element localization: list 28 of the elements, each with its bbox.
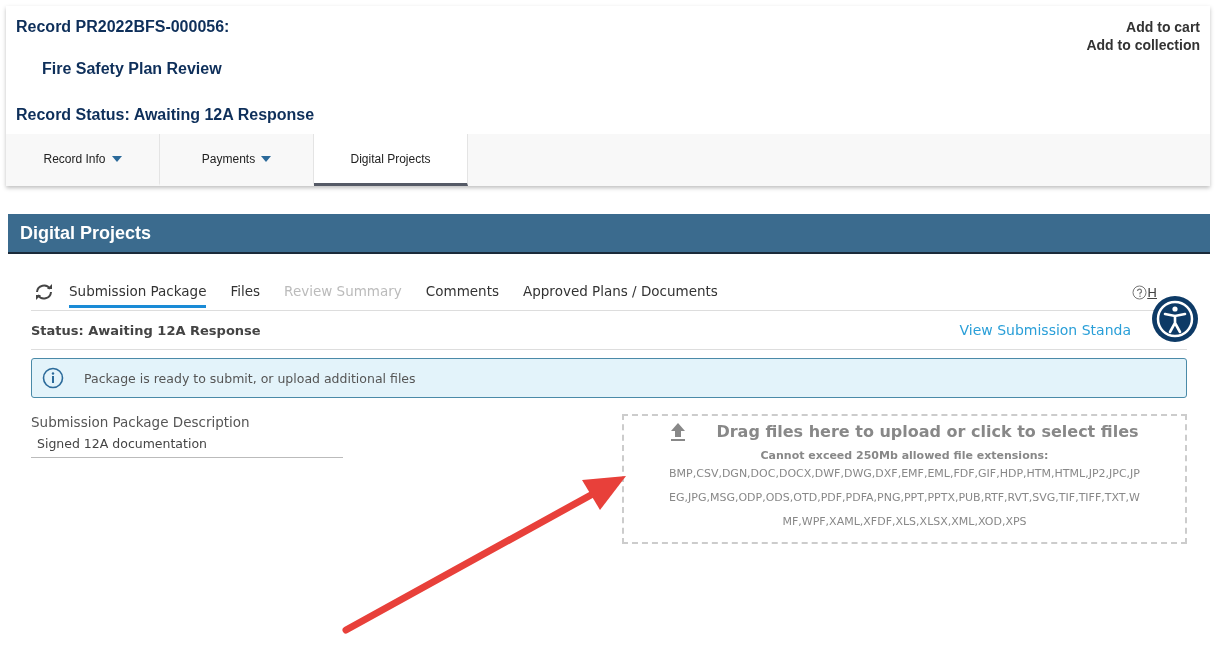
info-message: Package is ready to submit, or upload additional files	[84, 370, 416, 386]
extension-list: MF,WPF,XAML,XFDF,XLS,XLSX,XML,XOD,XPS	[782, 510, 1027, 534]
upload-limit: Cannot exceed 250Mb allowed file extensions:	[760, 449, 1049, 462]
help-link[interactable]: H	[1147, 284, 1157, 300]
refresh-icon[interactable]	[33, 283, 55, 301]
project-tab[interactable]: Submission Package	[69, 282, 207, 308]
project-tab[interactable]: Files	[230, 282, 261, 308]
help-icon[interactable]	[1132, 284, 1148, 300]
accessibility-icon[interactable]	[1151, 295, 1199, 343]
record-tab[interactable]: Record Info	[6, 134, 160, 186]
action-link[interactable]: Add to cart	[1126, 18, 1200, 36]
info-icon	[42, 367, 64, 389]
project-tab[interactable]: Approved Plans / Documents	[523, 282, 718, 308]
section-title: Digital Projects	[20, 222, 152, 244]
record-type: Fire Safety Plan Review	[42, 60, 222, 78]
upload-title: Drag files here to upload or click to select files	[716, 422, 1139, 441]
field-label: Submission Package Description	[31, 414, 251, 430]
upload-icon	[670, 422, 687, 441]
record-tab[interactable]: Digital Projects	[314, 134, 468, 186]
extension-list: BMP,CSV,DGN,DOC,DOCX,DWF,DWG,DXF,EMF,EML,FDF,GIF,HDP,HTM,HTML,JP2,JPC,JP	[669, 462, 1140, 486]
description-field[interactable]: Signed 12A documentation	[31, 434, 343, 458]
project-tab[interactable]: Comments	[425, 282, 499, 308]
package-status: Status: Awaiting 12A Response	[31, 322, 261, 338]
record-status: Record Status: Awaiting 12A Response	[16, 106, 315, 124]
record-number: Record PR2022BFS-000056:	[16, 18, 230, 36]
action-link[interactable]: Add to collection	[1086, 36, 1200, 54]
extension-list: EG,JPG,MSG,ODP,ODS,OTD,PDF,PDFA,PNG,PPT,PPTX,PUB,RTF,RVT,SVG,TIF,TIFF,TXT,W	[669, 486, 1140, 510]
upload-dropzone[interactable]	[622, 414, 1187, 544]
